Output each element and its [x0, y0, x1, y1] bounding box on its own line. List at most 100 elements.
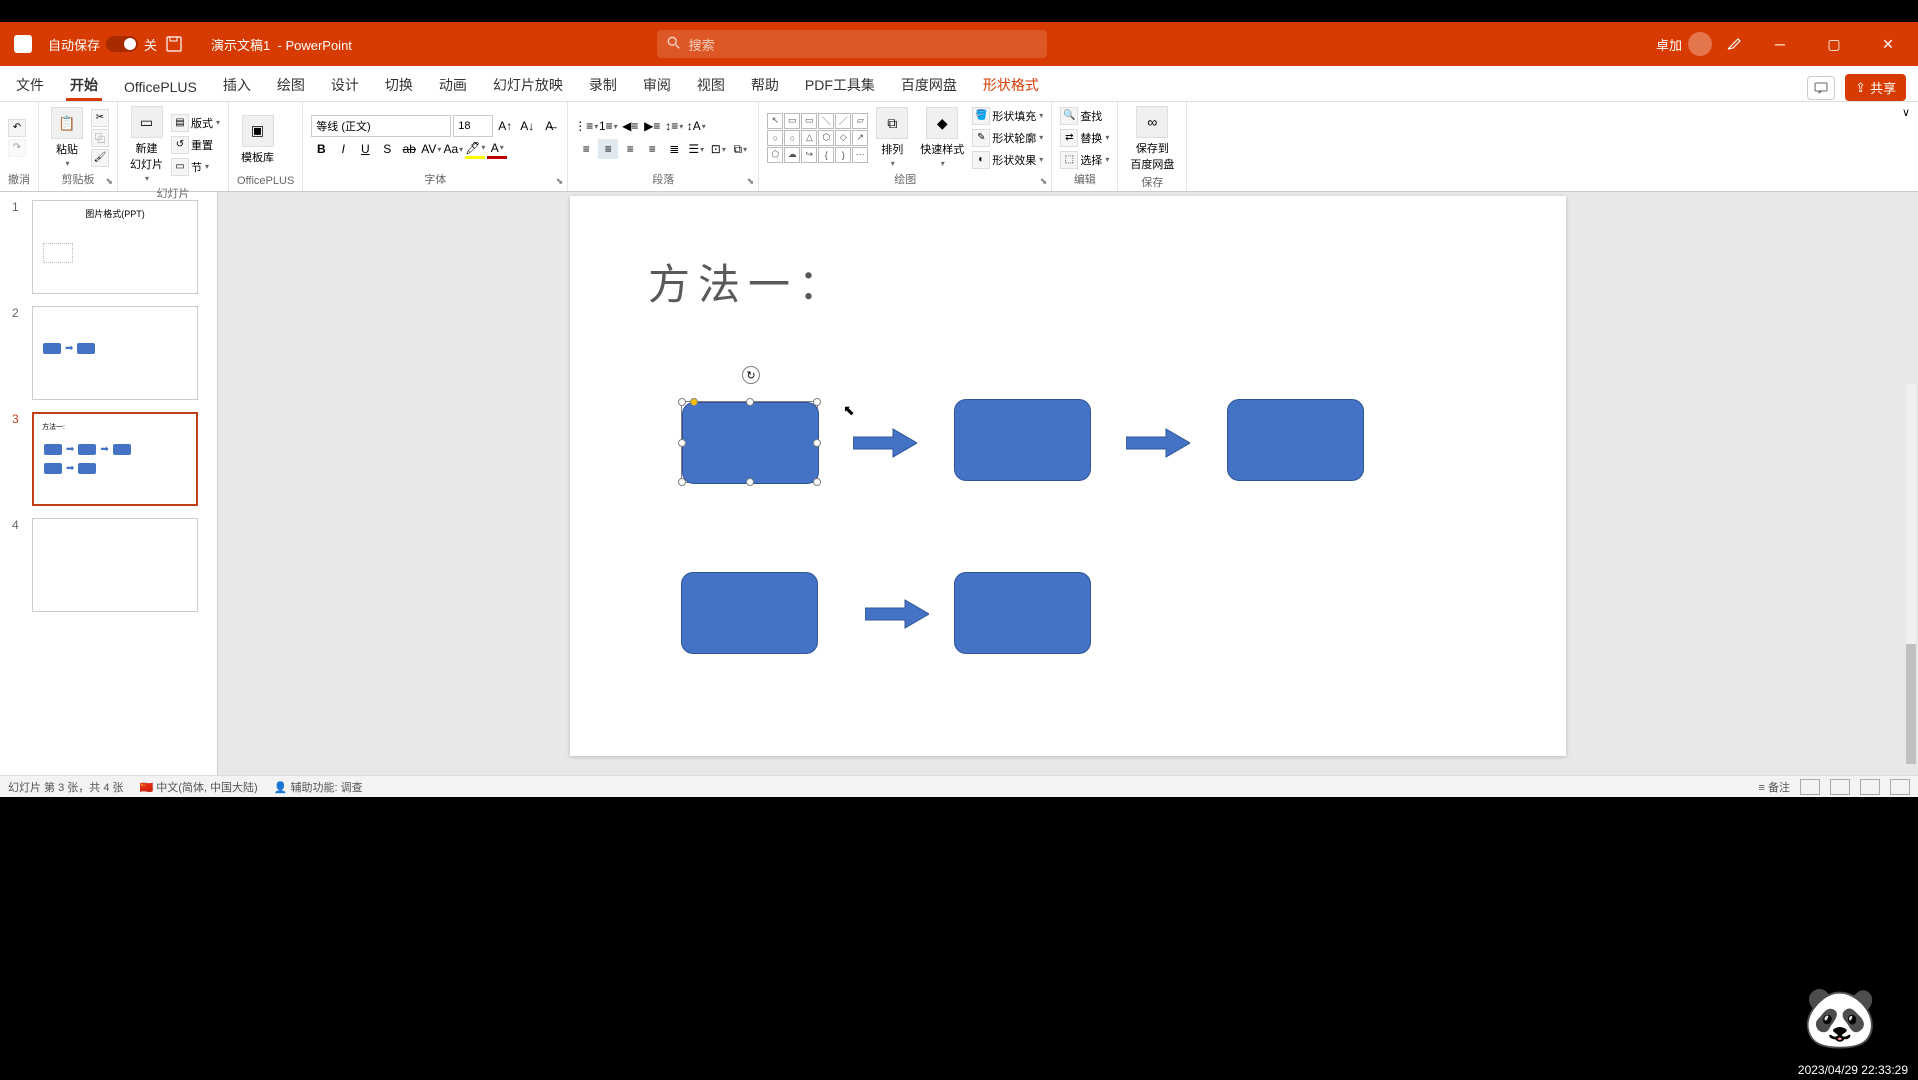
- share-button[interactable]: ⇪ 共享: [1845, 74, 1906, 101]
- justify-button[interactable]: ≡: [642, 139, 662, 159]
- tab-view[interactable]: 视图: [693, 69, 729, 101]
- shrink-font-button[interactable]: A↓: [517, 116, 537, 136]
- columns-button[interactable]: ☰▾: [686, 139, 706, 159]
- distribute-button[interactable]: ≣: [664, 139, 684, 159]
- shape-arrow[interactable]: [853, 427, 917, 464]
- tab-pdf[interactable]: PDF工具集: [801, 69, 879, 101]
- shapes-gallery[interactable]: ↖▭▭＼／▱ ○○△⬡◇↗ ⬠☁↪{}⋯: [767, 113, 868, 163]
- slide-canvas[interactable]: 方法一： ↻ ⬉: [570, 196, 1566, 756]
- redo-button[interactable]: ↷: [8, 139, 26, 157]
- shape-outline-button[interactable]: ✎形状轮廓▾: [972, 128, 1043, 148]
- slide-counter[interactable]: 幻灯片 第 3 张，共 4 张: [8, 779, 124, 795]
- save-baidu-button[interactable]: ∞ 保存到 百度网盘: [1126, 104, 1178, 174]
- reset-button[interactable]: ↺重置: [171, 135, 220, 155]
- shape-arrow[interactable]: [1126, 427, 1190, 464]
- shape-roundrect-selected[interactable]: [682, 402, 819, 484]
- shape-roundrect[interactable]: [954, 399, 1091, 481]
- tab-help[interactable]: 帮助: [747, 69, 783, 101]
- template-button[interactable]: ▣ 模板库: [237, 113, 278, 167]
- accessibility-indicator[interactable]: 👤 辅助功能: 调查: [274, 779, 363, 795]
- new-slide-button[interactable]: ▭ 新建 幻灯片▾: [126, 104, 167, 185]
- replace-button[interactable]: ⇄替换▾: [1060, 128, 1109, 148]
- align-right-button[interactable]: ≡: [620, 139, 640, 159]
- change-case-button[interactable]: Aa▾: [443, 139, 463, 159]
- tab-home[interactable]: 开始: [66, 69, 102, 101]
- reading-view-button[interactable]: [1860, 779, 1880, 795]
- font-color-button[interactable]: A▾: [487, 139, 507, 159]
- sorter-view-button[interactable]: [1830, 779, 1850, 795]
- ribbon-collapse-button[interactable]: ∨: [1894, 102, 1918, 191]
- vertical-scrollbar[interactable]: [1906, 384, 1916, 755]
- strike-button[interactable]: ab: [399, 139, 419, 159]
- shape-roundrect[interactable]: [954, 572, 1091, 654]
- underline-button[interactable]: U: [355, 139, 375, 159]
- highlight-button[interactable]: 🖊▾: [465, 139, 485, 159]
- numbering-button[interactable]: 1≡▾: [598, 116, 618, 136]
- italic-button[interactable]: I: [333, 139, 353, 159]
- smartart-button[interactable]: ⧉▾: [730, 139, 750, 159]
- decrease-indent-button[interactable]: ◀≡: [620, 116, 640, 136]
- close-button[interactable]: ✕: [1868, 29, 1908, 59]
- tab-insert[interactable]: 插入: [219, 69, 255, 101]
- font-name-input[interactable]: [311, 115, 451, 137]
- clear-format-button[interactable]: A̶: [539, 116, 559, 136]
- tab-shape-format[interactable]: 形状格式: [979, 69, 1043, 101]
- shape-arrow[interactable]: [865, 598, 929, 635]
- increase-indent-button[interactable]: ▶≡: [642, 116, 662, 136]
- quick-styles-button[interactable]: ◆ 快速样式▾: [916, 105, 968, 170]
- char-spacing-button[interactable]: AV▾: [421, 139, 441, 159]
- align-left-button[interactable]: ≡: [576, 139, 596, 159]
- comments-button[interactable]: [1807, 76, 1835, 100]
- shape-roundrect[interactable]: [681, 572, 818, 654]
- shape-effects-button[interactable]: ◐形状效果▾: [972, 150, 1043, 170]
- slide-thumbnail-1[interactable]: 图片格式(PPT): [32, 200, 198, 294]
- font-size-input[interactable]: [453, 115, 493, 137]
- align-text-button[interactable]: ⊡▾: [708, 139, 728, 159]
- slide-thumbnail-3[interactable]: 方法一: ➡➡ ➡: [32, 412, 198, 506]
- tab-baidu[interactable]: 百度网盘: [897, 69, 961, 101]
- adjust-handle[interactable]: [690, 398, 698, 406]
- search-input[interactable]: 搜索: [657, 30, 1047, 58]
- copy-button[interactable]: ⿻: [91, 129, 109, 147]
- pen-icon[interactable]: [1726, 35, 1746, 54]
- line-spacing-button[interactable]: ↕≡▾: [664, 116, 684, 136]
- save-icon[interactable]: [165, 35, 183, 53]
- tab-slideshow[interactable]: 幻灯片放映: [489, 69, 567, 101]
- slide-thumbnail-4[interactable]: [32, 518, 198, 612]
- slideshow-view-button[interactable]: [1890, 779, 1910, 795]
- scrollbar-thumb[interactable]: [1906, 644, 1916, 764]
- normal-view-button[interactable]: [1800, 779, 1820, 795]
- tab-review[interactable]: 审阅: [639, 69, 675, 101]
- tab-draw[interactable]: 绘图: [273, 69, 309, 101]
- text-direction-button[interactable]: ↕A▾: [686, 116, 706, 136]
- undo-button[interactable]: ↶: [8, 119, 26, 137]
- language-indicator[interactable]: 🇨🇳 中文(简体, 中国大陆): [140, 779, 258, 795]
- layout-button[interactable]: ▤版式▾: [171, 113, 220, 133]
- autosave-toggle[interactable]: 自动保存 关: [48, 35, 157, 54]
- bullets-button[interactable]: ⋮≡▾: [576, 116, 596, 136]
- notes-button[interactable]: ≡ 备注: [1759, 779, 1790, 795]
- shadow-button[interactable]: S: [377, 139, 397, 159]
- maximize-button[interactable]: ▢: [1814, 29, 1854, 59]
- minimize-button[interactable]: ─: [1760, 29, 1800, 59]
- align-center-button[interactable]: ≡: [598, 139, 618, 159]
- tab-animations[interactable]: 动画: [435, 69, 471, 101]
- find-button[interactable]: 🔍查找: [1060, 106, 1109, 126]
- tab-design[interactable]: 设计: [327, 69, 363, 101]
- slide-title-text[interactable]: 方法一：: [648, 251, 848, 312]
- user-account[interactable]: 卓加: [1656, 32, 1712, 56]
- format-painter-button[interactable]: 🖌: [91, 149, 109, 167]
- bold-button[interactable]: B: [311, 139, 331, 159]
- tab-record[interactable]: 录制: [585, 69, 621, 101]
- shape-fill-button[interactable]: 🪣形状填充▾: [972, 106, 1043, 126]
- paste-button[interactable]: 📋 粘贴▾: [47, 105, 87, 170]
- tab-officeplus[interactable]: OfficePLUS: [120, 73, 201, 101]
- select-button[interactable]: ⬚选择▾: [1060, 150, 1109, 170]
- tab-transitions[interactable]: 切换: [381, 69, 417, 101]
- section-button[interactable]: ▭节▾: [171, 157, 220, 177]
- shape-roundrect[interactable]: [1227, 399, 1364, 481]
- cut-button[interactable]: ✂: [91, 109, 109, 127]
- tab-file[interactable]: 文件: [12, 69, 48, 101]
- rotate-handle[interactable]: ↻: [742, 366, 760, 384]
- grow-font-button[interactable]: A↑: [495, 116, 515, 136]
